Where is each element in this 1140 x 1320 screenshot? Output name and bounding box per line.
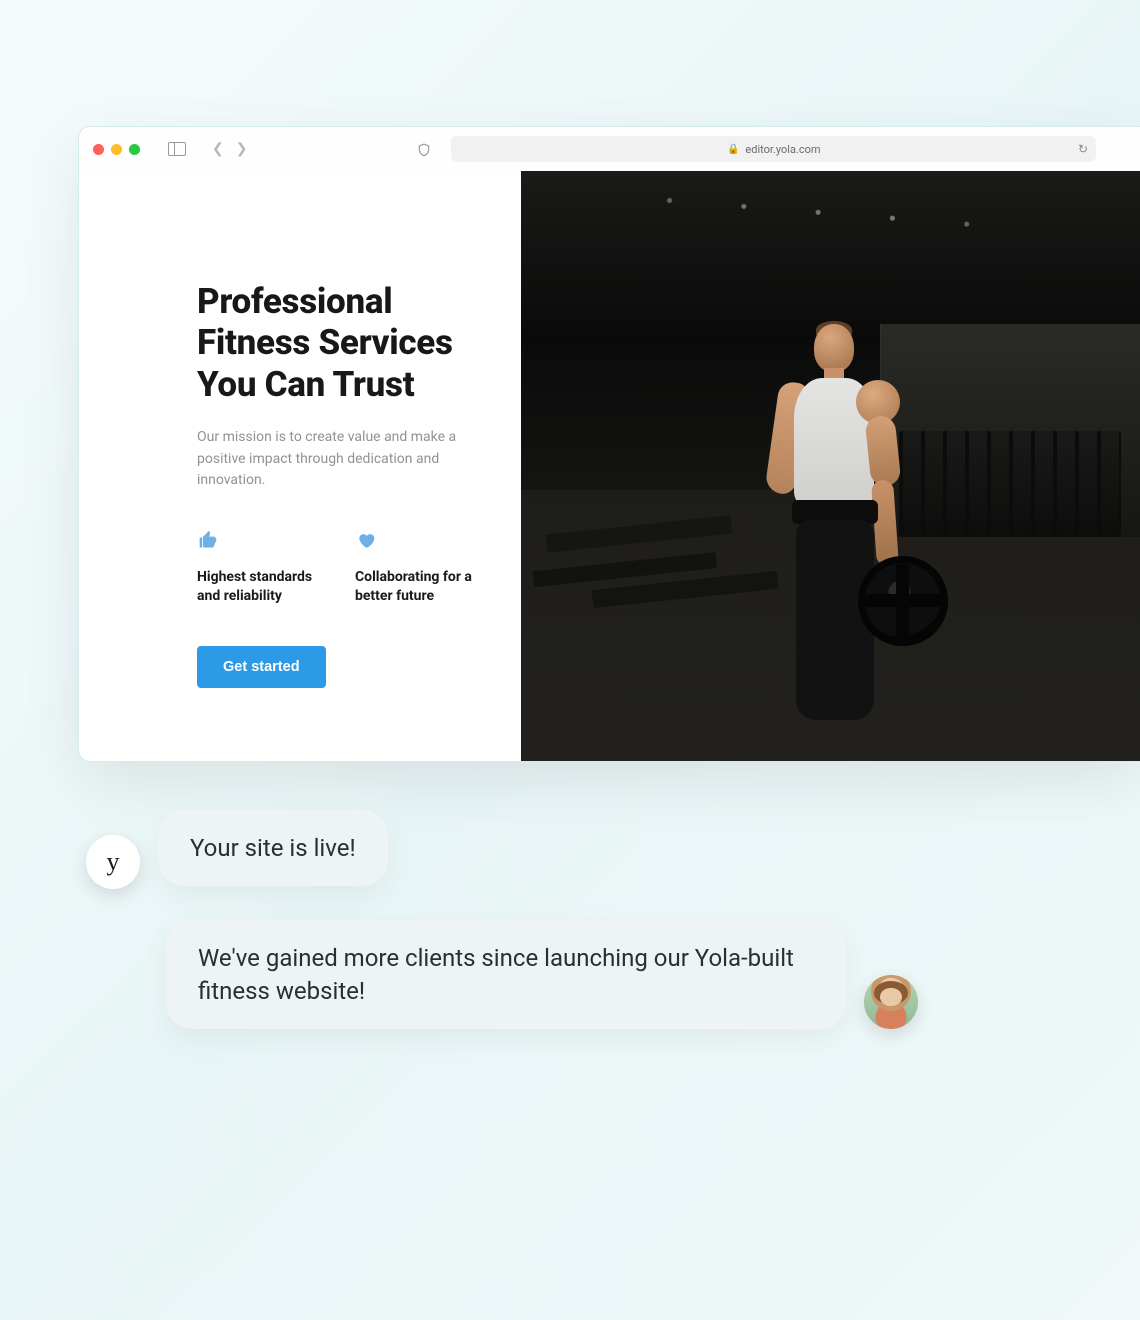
refresh-icon[interactable]: ↻ — [1078, 142, 1088, 156]
hero-left-panel: Professional Fitness Services You Can Tr… — [79, 171, 521, 761]
chat-bubble-user: We've gained more clients since launchin… — [166, 920, 846, 1029]
address-bar[interactable]: 🔒 editor.yola.com ↻ — [451, 136, 1096, 162]
nav-arrows: ❮ ❯ — [212, 141, 247, 157]
athlete-figure — [756, 324, 910, 724]
address-url: editor.yola.com — [745, 143, 820, 156]
chat-bubble-yola: Your site is live! — [158, 810, 388, 886]
heart-icon — [355, 530, 485, 550]
window-zoom-button[interactable] — [129, 144, 140, 155]
feature-label: Highest standards and reliability — [197, 568, 327, 606]
feature-standards: Highest standards and reliability — [197, 530, 327, 606]
nav-back-icon[interactable]: ❮ — [212, 141, 224, 157]
weight-plate-icon — [858, 556, 948, 646]
chat-row-yola: y Your site is live! — [86, 810, 946, 886]
window-close-button[interactable] — [93, 144, 104, 155]
page-content: Professional Fitness Services You Can Tr… — [79, 171, 1140, 761]
thumbs-up-icon — [197, 530, 327, 550]
nav-forward-icon[interactable]: ❯ — [236, 141, 248, 157]
chat-row-user: We've gained more clients since launchin… — [166, 920, 946, 1029]
browser-chrome: ❮ ❯ 🔒 editor.yola.com ↻ — [79, 127, 1140, 171]
hero-image — [521, 171, 1140, 761]
chat-area: y Your site is live! We've gained more c… — [86, 810, 946, 1029]
hero-subtitle: Our mission is to create value and make … — [197, 427, 457, 492]
traffic-lights — [93, 144, 140, 155]
feature-collaboration: Collaborating for a better future — [355, 530, 485, 606]
get-started-button[interactable]: Get started — [197, 646, 326, 688]
window-minimize-button[interactable] — [111, 144, 122, 155]
yola-avatar: y — [86, 835, 140, 889]
sidebar-toggle-icon[interactable] — [168, 142, 186, 156]
browser-window: ❮ ❯ 🔒 editor.yola.com ↻ Professional Fit… — [78, 126, 1140, 762]
hero-title: Professional Fitness Services You Can Tr… — [197, 281, 485, 405]
user-avatar — [864, 975, 918, 1029]
lock-icon: 🔒 — [727, 144, 739, 155]
feature-label: Collaborating for a better future — [355, 568, 485, 606]
privacy-shield-icon[interactable] — [417, 142, 431, 156]
features-row: Highest standards and reliability Collab… — [197, 530, 485, 606]
